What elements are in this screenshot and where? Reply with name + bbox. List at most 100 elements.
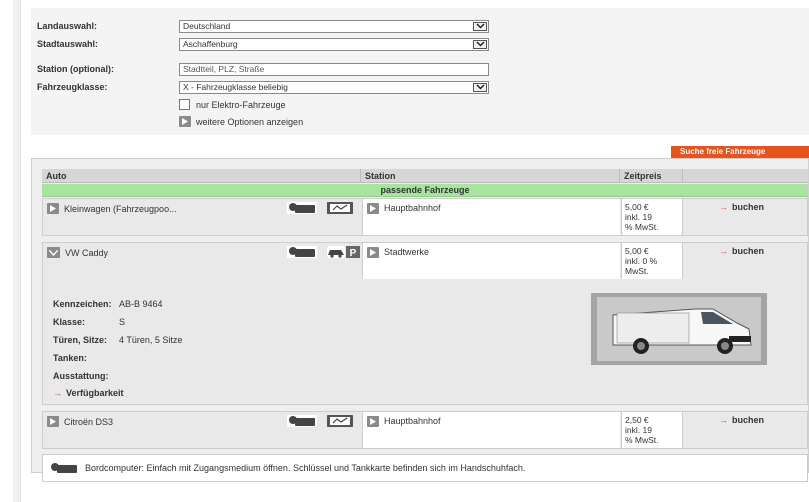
key-icon [51,463,77,473]
station-name[interactable]: Stadtwerke [384,247,429,257]
fuel-card-icon [327,415,353,427]
class-label: Klasse: [53,317,86,327]
expand-arrow-icon[interactable] [47,416,59,427]
price-tax-line: % MwSt. [625,222,659,232]
price-cell: 5,00 € inkl. 19 % MwSt. [621,199,683,235]
vehicle-class-row: Fahrzeugklasse: X - Fahrzeugklasse belie… [37,80,489,94]
availability-label[interactable]: Verfügbarkeit [66,388,124,398]
price-tax-line: % MwSt. [625,435,659,445]
search-free-vehicles-button[interactable]: Suche freie Fahrzeuge [671,146,809,158]
vehicle-details: Kennzeichen: AB-B 9464 Klasse: S Türen, … [53,299,353,399]
expand-arrow-icon[interactable] [367,247,379,258]
detail-plate: Kennzeichen: AB-B 9464 [53,299,163,309]
price-tax-line: MwSt. [625,266,649,276]
country-select[interactable]: Deutschland [179,19,489,33]
plate-label: Kennzeichen: [53,299,112,309]
doors-value: 4 Türen, 5 Sitze [119,335,183,345]
city-value: Aschaffenburg [183,38,238,49]
vehicle-toggle[interactable]: VW Caddy [47,247,108,258]
onboard-computer-text: Bordcomputer: Einfach mit Zugangsmedium … [85,463,526,473]
book-button[interactable]: → buchen [719,246,764,256]
vehicle-class-value: X - Fahrzeugklasse beliebig [183,81,288,92]
fuel-label: Tanken: [53,353,87,363]
arrow-right-icon: → [719,202,728,212]
detail-doors: Türen, Sitze: 4 Türen, 5 Sitze [53,335,182,345]
key-icon [287,415,317,427]
price-cell: 2,50 € inkl. 19 % MwSt. [621,412,683,448]
electric-only-option[interactable]: nur Elektro-Fahrzeuge [179,99,286,110]
svg-text:P: P [350,248,357,258]
electric-only-checkbox[interactable] [179,99,190,110]
expand-arrow-icon[interactable] [47,203,59,214]
vehicle-toggle[interactable]: Citroën DS3 [47,416,113,427]
header-station: Station [361,169,620,183]
detail-fuel: Tanken: [53,353,119,363]
matching-vehicles-group: passende Fahrzeuge [42,184,808,197]
expand-arrow-icon[interactable] [367,203,379,214]
station-cell: Hauptbahnhof [362,199,620,235]
collapse-arrow-icon[interactable] [47,247,60,258]
equipment-label: Ausstattung: [53,371,109,381]
vehicle-name[interactable]: Citroën DS3 [64,417,113,427]
fuel-card-icon [327,202,353,214]
parking-icon: P [346,246,360,258]
country-row: Landauswahl: Deutschland [37,19,489,33]
vehicle-name[interactable]: Kleinwagen (Fahrzeugpoo... [64,204,177,214]
station-cell: Hauptbahnhof [362,412,620,448]
class-value: S [119,317,126,327]
vehicle-name[interactable]: VW Caddy [65,248,108,258]
book-button[interactable]: → buchen [719,415,764,425]
price-cell: 5,00 € inkl. 0 % MwSt. [621,243,683,279]
price-tax-line: inkl. 0 % [625,256,658,266]
more-options-label[interactable]: weitere Optionen anzeigen [196,117,303,127]
header-auto: Auto [42,169,361,183]
station-name[interactable]: Hauptbahnhof [384,203,441,213]
car-icon [327,246,345,258]
chevron-down-icon[interactable] [473,21,487,31]
more-options-link[interactable]: weitere Optionen anzeigen [179,116,303,127]
expand-arrow-icon[interactable] [367,416,379,427]
station-row: Station (optional): Stadtteil, PLZ, Stra… [37,62,489,76]
result-row: Citroën DS3 Hauptbahnhof 2,50 € inkl. 19… [42,411,808,449]
vehicle-photo [591,293,767,365]
electric-only-label[interactable]: nur Elektro-Fahrzeuge [196,100,286,110]
arrow-right-icon: → [719,246,728,256]
book-button[interactable]: → buchen [719,202,764,212]
detail-equipment: Ausstattung: [53,371,119,381]
vehicle-class-select[interactable]: X - Fahrzeugklasse beliebig [179,80,489,94]
city-label: Stadtauswahl: [37,39,99,49]
results-panel: Auto Station Zeitpreis passende Fahrzeug… [31,158,809,482]
results-table-header: Auto Station Zeitpreis [42,169,808,183]
result-row: Kleinwagen (Fahrzeugpoo... Hauptbahnhof … [42,198,808,236]
price-tax-line: inkl. 19 [625,425,652,435]
station-name[interactable]: Hauptbahnhof [384,416,441,426]
availability-link[interactable]: → Verfügbarkeit [53,388,124,398]
key-icon [287,246,317,258]
key-icon [287,202,317,214]
result-row-expanded: VW Caddy P Stadtwerke 5,00 € inkl. 0 % M… [42,242,808,405]
plate-value: AB-B 9464 [119,299,163,309]
search-form: Landauswahl: Deutschland Stadtauswahl: A… [31,8,809,135]
book-label[interactable]: buchen [732,246,764,256]
price-amount: 2,50 € [625,415,649,425]
city-select[interactable]: Aschaffenburg [179,37,489,51]
vehicle-class-label: Fahrzeugklasse: [37,82,108,92]
price-tax-line: inkl. 19 [625,212,652,222]
city-row: Stadtauswahl: Aschaffenburg [37,37,489,51]
expand-arrow-icon[interactable] [179,116,191,127]
station-label: Station (optional): [37,64,114,74]
arrow-right-icon: → [53,388,62,398]
chevron-down-icon[interactable] [473,82,487,92]
arrow-right-icon: → [719,415,728,425]
price-amount: 5,00 € [625,246,649,256]
station-input[interactable]: Stadtteil, PLZ, Straße [179,62,489,76]
chevron-down-icon[interactable] [473,39,487,49]
country-label: Landauswahl: [37,21,98,31]
book-label[interactable]: buchen [732,415,764,425]
vehicle-toggle[interactable]: Kleinwagen (Fahrzeugpoo... [47,203,177,214]
book-label[interactable]: buchen [732,202,764,212]
station-placeholder: Stadtteil, PLZ, Straße [183,63,265,74]
price-amount: 5,00 € [625,202,649,212]
onboard-computer-note: Bordcomputer: Einfach mit Zugangsmedium … [42,454,808,482]
page-left-rule [13,0,21,502]
